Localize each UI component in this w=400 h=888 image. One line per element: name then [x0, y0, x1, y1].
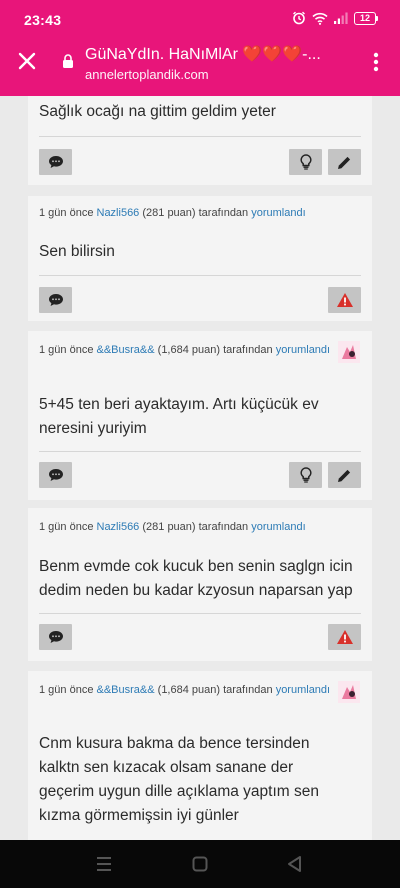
comment-time: 1 gün önce: [39, 684, 97, 696]
comment-meta: 1 gün önce Nazli566 (281 puan) tarafında…: [39, 203, 306, 223]
comment-card: 1 gün önce &&Busra&& (1,684 puan) tarafı…: [28, 331, 372, 500]
comment-card: 1 gün önce Nazli566 (281 puan) tarafında…: [28, 196, 372, 321]
comment-text: Cnm kusura bakma da bence tersinden kalk…: [39, 735, 319, 824]
divider: [39, 613, 361, 614]
pencil-icon: [338, 156, 351, 169]
status-icons: 12: [292, 11, 378, 25]
comment-meta: 1 gün önce &&Busra&& (1,684 puan) tarafı…: [39, 680, 339, 700]
status-time: 23:43: [24, 12, 62, 28]
comment-button[interactable]: [39, 624, 72, 650]
comment-card: 1 gün önce Nazli566 (281 puan) tarafında…: [28, 508, 372, 661]
warning-icon: [336, 293, 353, 307]
page-url[interactable]: annelertoplandik.com: [85, 67, 209, 82]
url-bar[interactable]: GüNaYdIn. HaNıMlAr ❤️❤️❤️-... annelertop…: [0, 38, 400, 88]
report-button[interactable]: [328, 287, 361, 313]
author-points: (281 puan) tarafından: [139, 521, 252, 533]
battery-level: 12: [354, 11, 376, 25]
user-avatar[interactable]: [338, 681, 360, 703]
comment-text: 5+45 ten beri ayaktayım. Artı küçücük ev…: [39, 396, 319, 437]
comment-button[interactable]: [39, 462, 72, 488]
comment-author[interactable]: &&Busra&&: [97, 684, 155, 696]
comment-permalink[interactable]: yorumlandı: [251, 521, 305, 533]
comment-time: 1 gün önce: [39, 521, 97, 533]
comment-author[interactable]: &&Busra&&: [97, 344, 155, 356]
comment-permalink[interactable]: yorumlandı: [276, 684, 330, 696]
comment-card: Sağlık ocağı na gittim geldim yeter: [28, 96, 372, 185]
divider: [39, 136, 361, 137]
divider: [39, 451, 361, 452]
alarm-icon: [293, 11, 305, 25]
pencil-icon: [338, 469, 351, 482]
comment-thread[interactable]: Sağlık ocağı na gittim geldim yeter 1 gü…: [0, 96, 400, 840]
comment-time: 1 gün önce: [39, 207, 97, 219]
comment-button[interactable]: [39, 287, 72, 313]
author-points: (281 puan) tarafından: [139, 207, 252, 219]
comment-time: 1 gün önce: [39, 344, 97, 356]
comment-text: Benm evmde cok kucuk ben senin saglgn ic…: [39, 558, 353, 599]
comment-meta: 1 gün önce Nazli566 (281 puan) tarafında…: [39, 517, 306, 537]
edit-button[interactable]: [328, 149, 361, 175]
comment-author[interactable]: Nazli566: [97, 207, 140, 219]
best-answer-button[interactable]: [289, 149, 322, 175]
battery-icon: 12: [354, 11, 378, 25]
comment-meta: 1 gün önce &&Busra&& (1,684 puan) tarafı…: [39, 340, 339, 360]
close-icon[interactable]: [14, 48, 40, 74]
warning-icon: [336, 630, 353, 644]
user-avatar[interactable]: [338, 341, 360, 363]
comment-icon: [48, 294, 63, 306]
comment-button[interactable]: [39, 149, 72, 175]
wifi-icon: [312, 12, 328, 25]
author-points: (1,684 puan) tarafından: [154, 684, 276, 696]
comment-permalink[interactable]: yorumlandı: [251, 207, 305, 219]
recent-apps-icon[interactable]: [94, 854, 114, 874]
system-nav-bar: [0, 840, 400, 888]
browser-top-bar: 23:43 12 GüNaYdIn. HaNıMlAr ❤️❤️❤️-... a…: [0, 0, 400, 96]
lightbulb-icon: [299, 467, 312, 483]
edit-button[interactable]: [328, 462, 361, 488]
home-icon[interactable]: [190, 854, 210, 874]
author-points: (1,684 puan) tarafından: [154, 344, 276, 356]
divider: [39, 275, 361, 276]
comment-text: Sağlık ocağı na gittim geldim yeter: [39, 103, 276, 120]
comment-icon: [48, 156, 63, 168]
comment-text: Sen bilirsin: [39, 243, 115, 260]
lock-icon: [63, 54, 73, 68]
page-title: GüNaYdIn. HaNıMlAr ❤️❤️❤️-...: [85, 46, 321, 63]
lightbulb-icon: [299, 154, 312, 170]
report-button[interactable]: [328, 624, 361, 650]
comment-author[interactable]: Nazli566: [97, 521, 140, 533]
status-bar: 23:43 12: [0, 0, 400, 38]
back-icon[interactable]: [285, 854, 305, 874]
best-answer-button[interactable]: [289, 462, 322, 488]
more-menu-icon[interactable]: [368, 50, 384, 74]
comment-icon: [48, 469, 63, 481]
comment-card: 1 gün önce &&Busra&& (1,684 puan) tarafı…: [28, 671, 372, 840]
comment-icon: [48, 631, 63, 643]
signal-icon: [334, 12, 348, 24]
comment-permalink[interactable]: yorumlandı: [276, 344, 330, 356]
